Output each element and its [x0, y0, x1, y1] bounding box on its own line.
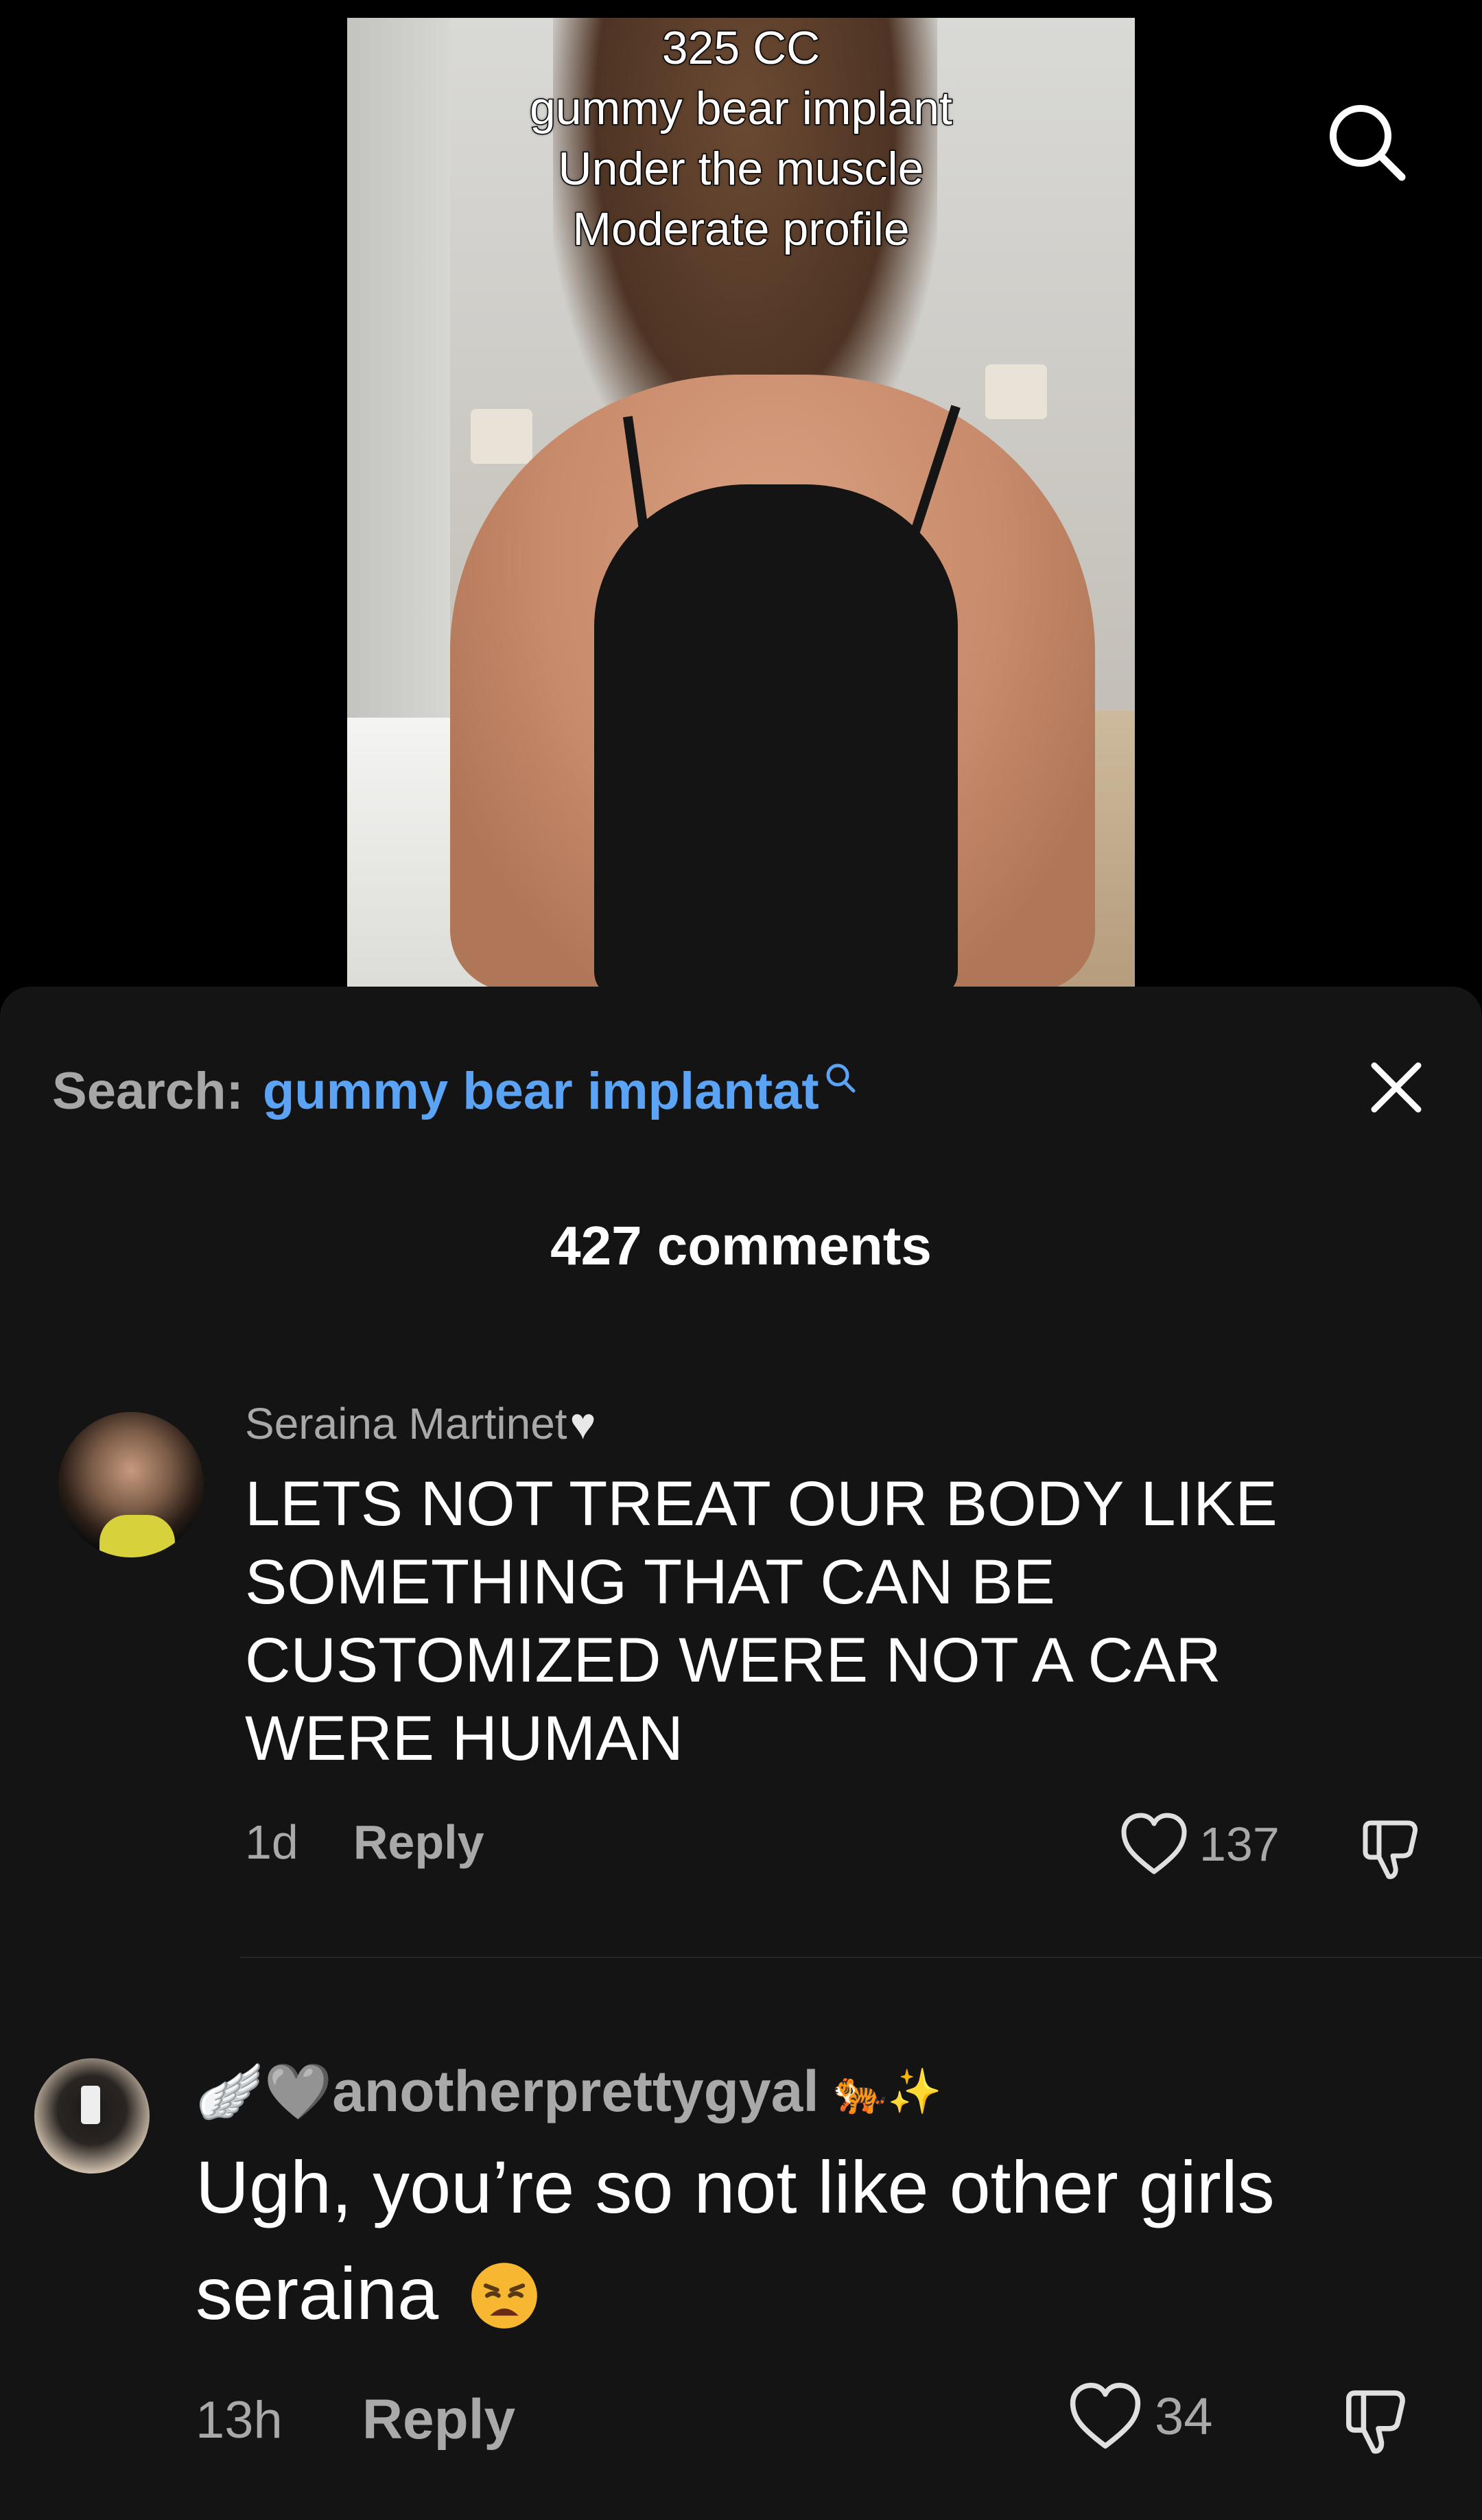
comment-text-line: SOMETHING THAT CAN BE [245, 1547, 1055, 1617]
comment-author[interactable]: Seraina Martinet ♥ [245, 1398, 596, 1449]
author-name[interactable]: anotherprettygyal [332, 2058, 819, 2125]
wall-lamp [985, 364, 1047, 419]
caption-line: Under the muscle [557, 142, 925, 196]
like-button[interactable]: 34 [1067, 2381, 1213, 2452]
comment-text-line: Ugh, you’re so not like other girls [196, 2145, 1275, 2228]
search-prefix: Search: [52, 1061, 244, 1120]
comment-time: 13h [196, 2390, 283, 2449]
comment-text: LETS NOT TREAT OUR BODY LIKE SOMETHING T… [245, 1465, 1278, 1778]
search-icon [826, 1063, 856, 1093]
comment-meta: 1d Reply [245, 1815, 484, 1870]
author-name[interactable]: Seraina Martinet [245, 1398, 567, 1449]
reply-button[interactable]: Reply [362, 2388, 515, 2452]
heart-badge-icon: ♥ [569, 1399, 596, 1448]
heart-icon [1070, 2383, 1141, 2449]
avatar[interactable] [58, 1412, 204, 1557]
video-caption: 325 CC gummy bear implant Under the musc… [347, 18, 1135, 259]
tiger-sparkles-emoji: 🐅✨ [832, 2066, 943, 2116]
like-count: 137 [1199, 1817, 1280, 1871]
like-button[interactable]: 137 [1118, 1811, 1280, 1877]
dislike-icon[interactable] [1358, 1815, 1427, 1883]
wing-heart-emoji: 🪽🩶 [196, 2060, 333, 2122]
comment-author[interactable]: 🪽🩶 anotherprettygyal 🐅✨ [196, 2058, 942, 2125]
app-screen: 325 CC gummy bear implant Under the musc… [0, 0, 1482, 2520]
caption-line: Moderate profile [572, 202, 910, 257]
comment-text-segment: seraina [196, 2252, 439, 2335]
comment-text: Ugh, you’re so not like other girls sera… [196, 2134, 1275, 2346]
like-count: 34 [1155, 2387, 1213, 2446]
comment-text-line: WERE HUMAN [245, 1704, 683, 1774]
avatar[interactable] [34, 2058, 150, 2174]
comment-divider [240, 1957, 1482, 1958]
close-icon[interactable] [1362, 1053, 1431, 1122]
wall-lamp [471, 409, 532, 464]
caption-line: 325 CC [661, 21, 821, 75]
comment-search-link[interactable]: Search: gummy bear implantat [52, 1057, 858, 1125]
avatar-shirt [99, 1515, 175, 1557]
comment-time: 1d [245, 1815, 298, 1869]
search-icon[interactable] [1321, 96, 1410, 185]
dislike-icon[interactable] [1341, 2384, 1415, 2458]
reply-button[interactable]: Reply [353, 1815, 484, 1870]
comment-text-line: LETS NOT TREAT OUR BODY LIKE [245, 1469, 1278, 1539]
caption-line: gummy bear implant [528, 82, 953, 136]
heart-icon [1121, 1813, 1187, 1874]
comments-count: 427 comments [550, 1215, 932, 1276]
weary-face-icon [471, 2263, 538, 2329]
comment-text-line: CUSTOMIZED WERE NOT A CAR [245, 1625, 1221, 1695]
video-person-top [594, 484, 958, 987]
comment-text-line: seraina [196, 2240, 1275, 2346]
comment-meta: 13h Reply [196, 2388, 515, 2452]
avatar-phone [81, 2086, 100, 2124]
search-query[interactable]: gummy bear implantat [263, 1061, 819, 1121]
